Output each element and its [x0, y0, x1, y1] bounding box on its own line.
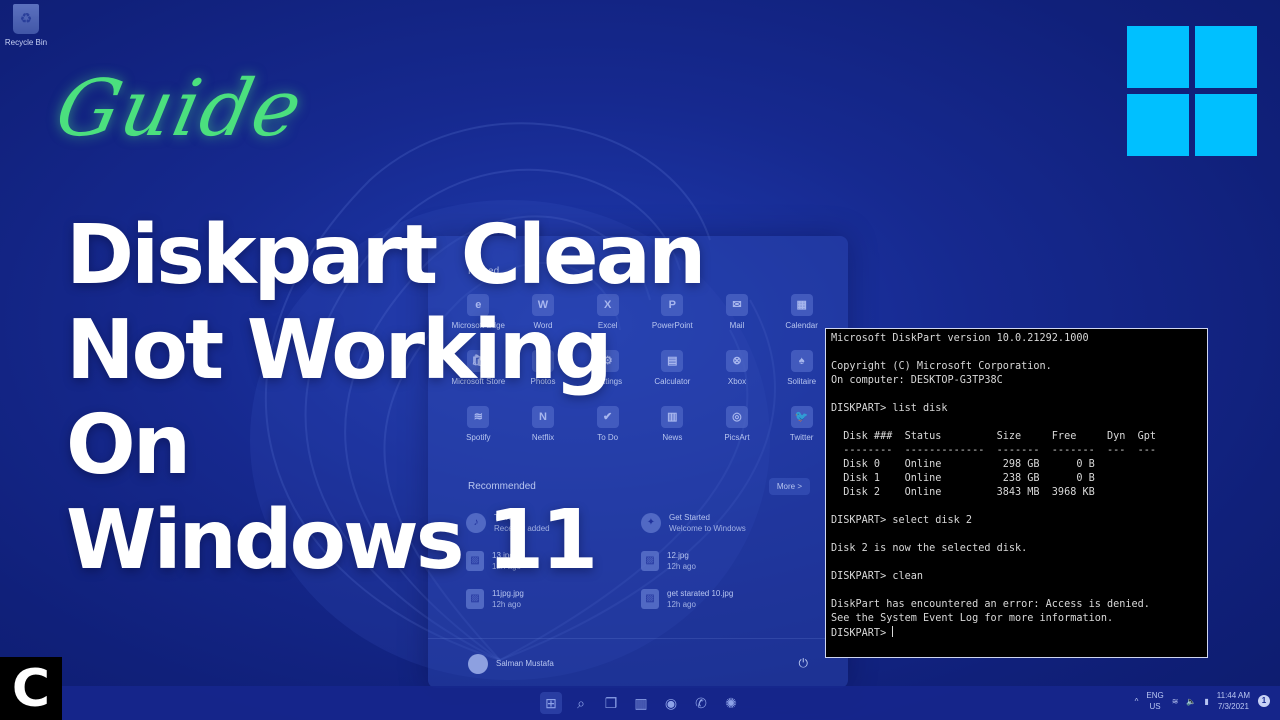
headline-line: Diskpart Clean	[66, 208, 706, 303]
app-icon: ⊗	[725, 350, 748, 372]
chevron-up-icon[interactable]: ^	[1135, 697, 1139, 706]
task-view-icon[interactable]: ❐	[600, 692, 622, 714]
search-icon[interactable]: ⌕	[570, 692, 592, 714]
diskpart-terminal[interactable]: Microsoft DiskPart version 10.0.21292.10…	[825, 328, 1208, 658]
system-tray: ^ ENG US ≋ 🔈 ▮ 11:44 AM 7/3/2021 1	[1135, 690, 1270, 712]
lang-top: ENG	[1146, 691, 1164, 700]
logo-pane	[1195, 94, 1257, 156]
chrome-icon[interactable]: ◉	[660, 692, 682, 714]
widgets-icon[interactable]: ▥	[630, 692, 652, 714]
rec-title: 11jpg.jpg	[492, 589, 524, 598]
avatar[interactable]	[468, 653, 488, 674]
app-icon: ✉	[725, 294, 748, 316]
app-icon: ▦	[790, 294, 813, 316]
pinned-app[interactable]: ✉ Mail	[705, 294, 770, 330]
app-label: PicsArt	[724, 433, 750, 442]
app-icon[interactable]: ✺	[720, 692, 742, 714]
clock-time: 11:44 AM	[1216, 691, 1250, 700]
recycle-bin-label: Recycle Bin	[4, 38, 48, 47]
battery-icon[interactable]: ▮	[1204, 697, 1208, 706]
logo-pane	[1195, 26, 1257, 88]
wifi-icon[interactable]: ≋	[1172, 697, 1179, 706]
start-icon[interactable]: ⊞	[540, 692, 562, 714]
notification-badge[interactable]: 1	[1258, 695, 1270, 707]
guide-tag: Guide	[48, 64, 312, 154]
headline: Diskpart Clean Not Working On Windows 11	[66, 208, 706, 588]
image-file-icon: ▨	[466, 589, 484, 609]
terminal-output: Microsoft DiskPart version 10.0.21292.10…	[831, 333, 1157, 624]
app-label: Xbox	[727, 377, 747, 386]
clock-date: 7/3/2021	[1217, 702, 1249, 711]
logo-pane	[1127, 94, 1189, 156]
whatsapp-icon[interactable]: ✆	[690, 692, 712, 714]
user-name[interactable]: Salman Mustafa	[496, 659, 554, 668]
user-bar: Salman Mustafa ⏻	[428, 638, 848, 688]
text-cursor	[892, 626, 894, 637]
taskbar-apps: ⊞ ⌕ ❐ ▥ ◉ ✆ ✺	[540, 692, 742, 714]
pinned-app[interactable]: ⊗ Xbox	[705, 350, 770, 386]
rec-subtitle: 12h ago	[667, 600, 696, 609]
logo-pane	[1127, 26, 1189, 88]
windows-logo-icon	[1127, 26, 1257, 156]
headline-line: Windows 11	[66, 493, 598, 588]
clock[interactable]: 11:44 AM 7/3/2021	[1217, 690, 1250, 712]
app-icon: 🐦	[790, 406, 813, 428]
pinned-app[interactable]: ▦ Calendar	[769, 294, 834, 330]
headline-line: Not Working	[66, 303, 613, 398]
recommended-item[interactable]: ▨ get starated 10.jpg 12h ago	[641, 586, 816, 612]
language-indicator[interactable]: ENG US	[1146, 690, 1163, 712]
recommended-item[interactable]: ▨ 11jpg.jpg 12h ago	[466, 586, 641, 612]
pinned-app[interactable]: ◎ PicsArt	[705, 406, 770, 442]
recycle-bin[interactable]: Recycle Bin	[4, 4, 48, 47]
rec-title: get starated 10.jpg	[667, 589, 734, 598]
power-icon[interactable]: ⏻	[799, 656, 809, 671]
brand-logo-icon: C	[0, 657, 62, 720]
taskbar: ⊞ ⌕ ❐ ▥ ◉ ✆ ✺ ^ ENG US ≋ 🔈 ▮ 11:44 AM 7/3/2021…	[0, 686, 1280, 720]
app-icon: ♠	[790, 350, 813, 372]
image-file-icon: ▨	[641, 589, 659, 609]
terminal-prompt: DISKPART>	[831, 628, 893, 639]
rec-subtitle: 12h ago	[492, 600, 521, 609]
app-label: Mail	[729, 321, 745, 330]
more-button[interactable]: More >	[768, 478, 810, 495]
headline-line: On	[66, 398, 191, 493]
app-icon: ◎	[725, 406, 748, 428]
recycle-bin-icon	[13, 4, 39, 34]
lang-bottom: US	[1149, 702, 1161, 711]
volume-icon[interactable]: 🔈	[1186, 697, 1196, 706]
